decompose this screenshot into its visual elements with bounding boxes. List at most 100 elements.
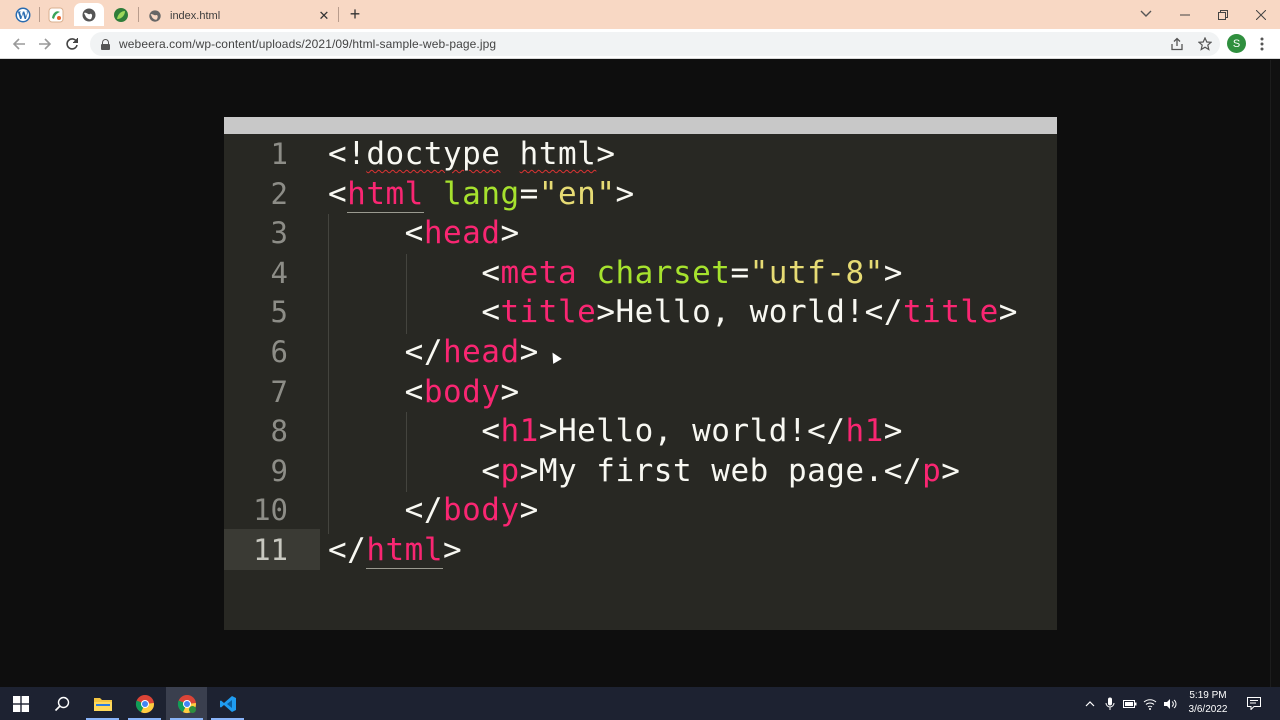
forward-button[interactable] [34,33,56,55]
code-token: < [481,254,501,291]
code-token: >Hello, world!</ [538,413,846,450]
tab-separator [39,7,40,22]
chevron-down-icon [1140,10,1152,17]
plus-icon: + [349,3,361,24]
tab-leaf[interactable] [106,3,136,26]
code-line: <!doctype html> [328,134,615,174]
code-token: > [883,413,903,450]
code-token: head [442,334,520,370]
code-line: <meta charset="utf-8"> [328,253,903,293]
browser-tab-strip: W index.html ✕ + [0,0,1280,29]
tab-index-html[interactable]: index.html ✕ [139,3,337,29]
clock-date: 3/6/2022 [1188,704,1228,715]
notifications-button[interactable] [1244,687,1264,720]
address-bar[interactable]: webeera.com/wp-content/uploads/2021/09/h… [90,32,1220,56]
search-button[interactable] [41,687,82,720]
share-icon [1171,37,1183,51]
code-token: > [519,492,539,529]
bookmark-button[interactable] [1196,35,1214,53]
code-token: </ [328,532,367,568]
code-token: > [998,294,1018,331]
code-token: >Hello, world!</ [596,294,903,331]
close-tab-button[interactable]: ✕ [315,7,333,25]
tab-title: index.html [170,10,221,22]
restore-button[interactable] [1204,0,1242,29]
code-token: charset [596,254,731,291]
minimize-button[interactable] [1166,0,1204,29]
line-number: 11 [253,533,288,567]
code-token: < [404,215,424,252]
line-number: 10 [253,493,288,528]
browser-menu-button[interactable] [1255,35,1269,53]
code-token: < [481,294,501,331]
star-icon [1198,37,1212,51]
vscode-button[interactable] [207,687,248,720]
battery-tray-button[interactable] [1122,687,1138,720]
reload-button[interactable] [61,33,83,55]
code-token: <! [328,136,367,172]
leaf-favicon-icon [114,7,128,22]
code-token: </ [404,334,443,370]
file-explorer-button[interactable] [82,687,123,720]
tab-current[interactable] [74,3,104,26]
code-token: < [328,175,348,212]
taskbar-clock[interactable]: 5:19 PM 3/6/2022 [1183,689,1233,717]
code-token: body [442,492,520,529]
code-token: < [404,373,424,410]
code-token: html [347,175,424,213]
code-token: doctype [366,136,501,172]
code-line: <head> [328,213,520,253]
code-token: head [423,215,501,252]
line-number: 8 [270,414,288,449]
lock-icon[interactable] [101,38,110,50]
tab-search-button[interactable] [1134,4,1158,24]
show-hidden-icons-button[interactable] [1082,687,1098,720]
code-token: > [883,254,903,291]
close-icon: ✕ [318,8,330,23]
tab-wordpress[interactable]: W [8,3,38,26]
line-number: 2 [270,176,288,211]
code-token: h1 [500,413,539,450]
search-icon [54,696,69,711]
back-button[interactable] [8,33,30,55]
code-editor-image: 1 2 3 4 5 6 7 8 9 10 11 <!doctype html> <html lang=… [224,117,1057,630]
chrome-profile-button[interactable] [166,687,207,720]
microphone-tray-button[interactable] [1102,687,1118,720]
code-token: > [500,215,520,252]
share-button[interactable] [1168,35,1186,53]
globe-icon [149,10,161,22]
tab-separator [338,7,339,22]
code-token: title [902,294,999,331]
start-button[interactable] [0,687,41,720]
page-scrollbar[interactable] [1270,60,1280,687]
close-icon [1256,9,1266,20]
volume-tray-button[interactable] [1162,687,1178,720]
tab-site[interactable] [41,3,71,26]
code-token: h1 [845,413,884,450]
profile-avatar[interactable]: S [1227,34,1246,53]
close-window-button[interactable] [1242,0,1280,29]
clock-time: 5:19 PM [1189,690,1227,701]
code-token: p [500,452,520,489]
chrome-button[interactable] [124,687,165,720]
url-text[interactable]: webeera.com/wp-content/uploads/2021/09/h… [119,37,496,51]
new-tab-button[interactable]: + [344,4,366,24]
arrow-right-icon [39,38,52,50]
windows-logo-icon [12,695,29,712]
network-tray-button[interactable] [1142,687,1158,720]
code-token: "en" [538,175,616,212]
code-token: > [500,373,520,410]
line-number: 1 [270,137,288,171]
windows-taskbar: 5:19 PM 3/6/2022 [0,687,1280,720]
line-number: 4 [270,255,288,290]
minimize-icon [1180,14,1190,15]
